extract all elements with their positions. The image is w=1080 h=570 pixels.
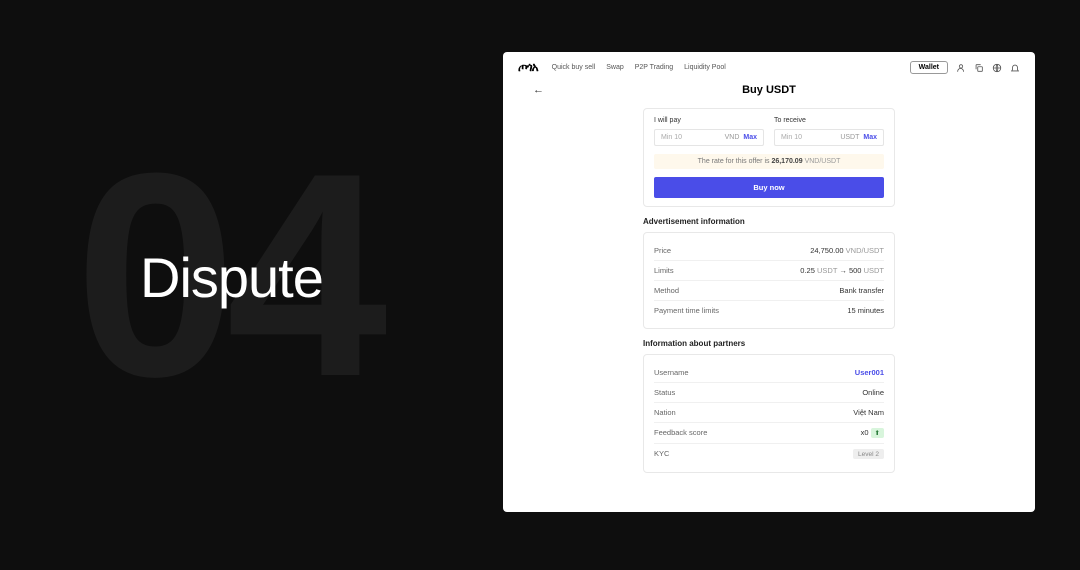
receive-group: To receive Min 10 USDT Max: [774, 117, 884, 146]
wallet-button[interactable]: Wallet: [910, 61, 948, 74]
price-label: Price: [654, 246, 671, 255]
buy-now-button[interactable]: Buy now: [654, 177, 884, 198]
nav-p2p-trading[interactable]: P2P Trading: [635, 64, 673, 71]
info-row-kyc: KYC Level 2: [654, 443, 884, 464]
app-header: ጦጎአ Quick buy sell Swap P2P Trading Liqu…: [503, 52, 1035, 84]
receive-unit: USDT: [840, 134, 859, 141]
info-row-method: Method Bank transfer: [654, 280, 884, 300]
limits-label: Limits: [654, 266, 674, 275]
rate-bar: The rate for this offer is 26,170.09 VND…: [654, 154, 884, 169]
feedback-label: Feedback score: [654, 428, 707, 438]
info-row-price: Price 24,750.00 VND/USDT: [654, 241, 884, 260]
receive-input[interactable]: Min 10 USDT Max: [774, 129, 884, 146]
user-icon[interactable]: [956, 63, 966, 73]
globe-icon[interactable]: [992, 63, 1002, 73]
method-label: Method: [654, 286, 679, 295]
slide-title: Dispute: [140, 245, 323, 310]
bell-icon[interactable]: [1010, 63, 1020, 73]
kyc-label: KYC: [654, 449, 669, 459]
info-row-username: Username User001: [654, 363, 884, 382]
pay-input[interactable]: Min 10 VND Max: [654, 129, 764, 146]
page-title: Buy USDT: [503, 84, 1035, 96]
username-link[interactable]: User001: [855, 368, 884, 377]
pay-label: I will pay: [654, 117, 764, 124]
ad-info-card: Price 24,750.00 VND/USDT Limits 0.25 USD…: [643, 232, 895, 329]
payment-time-label: Payment time limits: [654, 306, 719, 315]
receive-placeholder: Min 10: [781, 134, 802, 141]
app-window: ጦጎአ Quick buy sell Swap P2P Trading Liqu…: [503, 52, 1035, 512]
receive-max-link[interactable]: Max: [863, 134, 877, 141]
nav-quick-buy-sell[interactable]: Quick buy sell: [552, 64, 596, 71]
feedback-badge-icon: ⬆: [871, 428, 884, 438]
nav-swap[interactable]: Swap: [606, 64, 624, 71]
feedback-value: x0⬆: [861, 428, 884, 438]
copy-icon[interactable]: [974, 63, 984, 73]
pay-group: I will pay Min 10 VND Max: [654, 117, 764, 146]
rate-prefix: The rate for this offer is: [698, 158, 772, 165]
method-value: Bank transfer: [839, 286, 884, 295]
main-content: I will pay Min 10 VND Max To receive Min…: [503, 108, 1035, 473]
partner-card: Username User001 Status Online Nation Vi…: [643, 354, 895, 473]
pay-placeholder: Min 10: [661, 134, 682, 141]
info-row-feedback: Feedback score x0⬆: [654, 422, 884, 443]
nav-links: Quick buy sell Swap P2P Trading Liquidit…: [552, 64, 726, 71]
limits-value: 0.25 USDT → 500 USDT: [800, 266, 884, 275]
info-row-payment-time: Payment time limits 15 minutes: [654, 300, 884, 320]
nav-liquidity-pool[interactable]: Liquidity Pool: [684, 64, 726, 71]
rate-value: 26,170.09: [771, 158, 802, 165]
username-label: Username: [654, 368, 689, 377]
status-value: Online: [862, 388, 884, 397]
nation-label: Nation: [654, 408, 676, 417]
pay-max-link[interactable]: Max: [743, 134, 757, 141]
header-right: Wallet: [910, 61, 1020, 74]
payment-time-value: 15 minutes: [847, 306, 884, 315]
price-value: 24,750.00 VND/USDT: [810, 246, 884, 255]
kyc-badge: Level 2: [853, 449, 884, 459]
pay-unit: VND: [725, 134, 740, 141]
info-row-status: Status Online: [654, 382, 884, 402]
partner-title: Information about partners: [643, 339, 895, 348]
receive-label: To receive: [774, 117, 884, 124]
ad-info-title: Advertisement information: [643, 217, 895, 226]
info-row-nation: Nation Việt Nam: [654, 402, 884, 422]
nation-value: Việt Nam: [853, 408, 884, 417]
rate-unit: VND/USDT: [805, 158, 841, 165]
info-row-limits: Limits 0.25 USDT → 500 USDT: [654, 260, 884, 280]
status-label: Status: [654, 388, 675, 397]
logo: ጦጎአ: [518, 60, 538, 75]
exchange-card: I will pay Min 10 VND Max To receive Min…: [643, 108, 895, 207]
